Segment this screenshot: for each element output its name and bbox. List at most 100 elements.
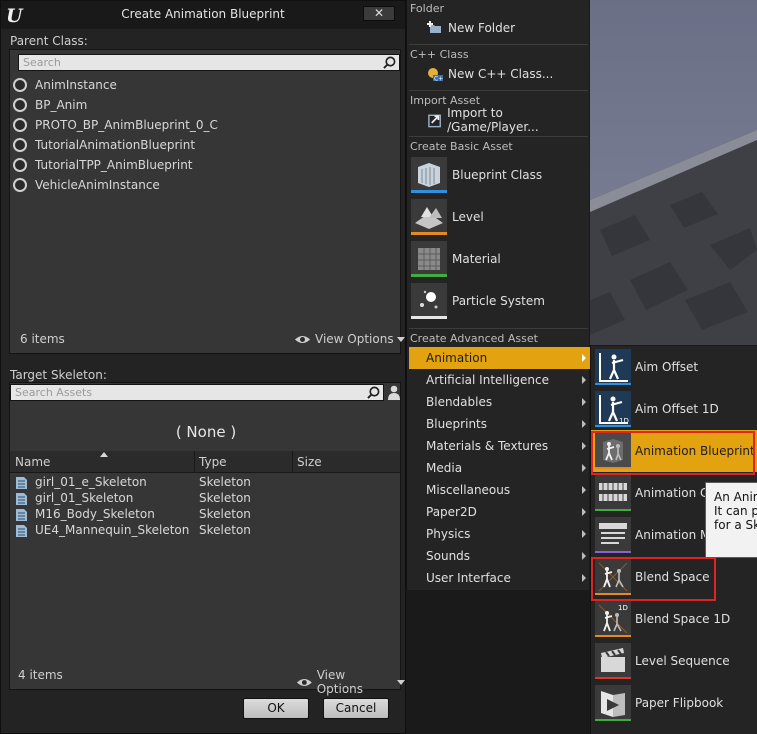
level-sequence-item[interactable]: Level Sequence (591, 640, 757, 682)
class-view-options[interactable]: View Options (294, 332, 405, 346)
category-materials-textures[interactable]: Materials & Textures (409, 435, 590, 457)
category-animation[interactable]: Animation (409, 347, 590, 369)
class-row[interactable]: PROTO_BP_AnimBlueprint_0_C (13, 115, 218, 135)
cancel-button[interactable]: Cancel (323, 698, 389, 719)
skeleton-item-count: 4 items (18, 668, 63, 682)
aim-offset-icon (595, 349, 631, 385)
level-viewport[interactable] (590, 0, 757, 345)
blend-space-label: Blend Space (635, 570, 710, 584)
category-physics[interactable]: Physics (409, 523, 590, 545)
aim-offset-1d-icon: 1D (595, 391, 631, 427)
level-item[interactable]: Level (407, 197, 590, 239)
class-row[interactable]: AnimInstance (13, 75, 218, 95)
aim-offset-1d-label: Aim Offset 1D (635, 402, 719, 416)
skeleton-type: Skeleton (199, 507, 251, 521)
category-media[interactable]: Media (409, 457, 590, 479)
new-cpp-class-item[interactable]: C++ New C++ Class... (407, 63, 590, 85)
skeleton-name: girl_01_e_Skeleton (35, 475, 147, 489)
ok-button[interactable]: OK (243, 698, 309, 719)
class-row[interactable]: TutorialAnimationBlueprint (13, 135, 218, 155)
animation-blueprint-item[interactable]: Animation Blueprint (591, 430, 757, 472)
table-row[interactable]: girl_01_Skeleton Skeleton (10, 491, 400, 507)
new-folder-label: New Folder (448, 21, 516, 35)
sort-ascending-icon[interactable] (100, 452, 108, 457)
category-blendables[interactable]: Blendables (409, 391, 590, 413)
skeleton-asset-icon (16, 525, 27, 537)
aim-offset-1d-item[interactable]: 1D Aim Offset 1D (591, 388, 757, 430)
radio-button[interactable] (13, 158, 27, 172)
blueprint-class-label: Blueprint Class (452, 168, 543, 182)
table-row[interactable]: UE4_Mannequin_Skeleton Skeleton (10, 523, 400, 539)
blueprint-class-icon (411, 157, 447, 193)
skeleton-search[interactable] (10, 384, 384, 401)
radio-button[interactable] (13, 178, 27, 192)
new-folder-item[interactable]: New Folder (407, 17, 590, 39)
category-label: Paper2D (426, 505, 477, 519)
particle-system-item[interactable]: Particle System (407, 281, 590, 323)
view-options-label: View Options (316, 668, 364, 696)
parent-class-search-input[interactable] (19, 55, 399, 70)
category-miscellaneous[interactable]: Miscellaneous (409, 479, 590, 501)
chevron-right-icon (582, 398, 586, 406)
category-label: Artificial Intelligence (426, 373, 549, 387)
dialog-titlebar[interactable]: U Create Animation Blueprint ✕ (1, 1, 405, 29)
dialog-title: Create Animation Blueprint (121, 7, 285, 21)
category-sounds[interactable]: Sounds (409, 545, 590, 567)
skeleton-list: girl_01_e_Skeleton Skeleton girl_01_Skel… (10, 475, 400, 539)
category-label: User Interface (426, 571, 511, 585)
column-divider[interactable] (194, 451, 195, 473)
level-icon (411, 199, 447, 235)
parent-class-label: Parent Class: (10, 34, 88, 48)
class-row[interactable]: BP_Anim (13, 95, 218, 115)
category-paper2d[interactable]: Paper2D (409, 501, 590, 523)
target-skeleton-label: Target Skeleton: (10, 368, 107, 382)
radio-button[interactable] (13, 138, 27, 152)
search-icon[interactable] (367, 386, 380, 399)
category-user-interface[interactable]: User Interface (409, 567, 590, 589)
animation-blueprint-label: Animation Blueprint (635, 444, 755, 458)
blend-space-1d-item[interactable]: 1D Blend Space 1D (591, 598, 757, 640)
table-row[interactable]: M16_Body_Skeleton Skeleton (10, 507, 400, 523)
folder-section-header: Folder (410, 2, 444, 15)
table-row[interactable]: girl_01_e_Skeleton Skeleton (10, 475, 400, 491)
paper-flipbook-item[interactable]: Paper Flipbook (591, 682, 757, 724)
column-type[interactable]: Type (199, 455, 227, 469)
blend-space-item[interactable]: Blend Space (591, 556, 757, 598)
skeleton-view-options[interactable]: View Options (296, 668, 405, 696)
skeleton-type: Skeleton (199, 491, 251, 505)
class-row[interactable]: VehicleAnimInstance (13, 175, 218, 195)
close-button[interactable]: ✕ (363, 6, 395, 21)
column-name[interactable]: Name (15, 455, 50, 469)
column-divider[interactable] (292, 451, 293, 473)
skeleton-type: Skeleton (199, 523, 251, 537)
level-sequence-label: Level Sequence (635, 654, 730, 668)
svg-text:1D: 1D (619, 417, 629, 425)
import-asset-item[interactable]: Import to /Game/Player... (407, 106, 590, 134)
level-label: Level (452, 210, 484, 224)
person-icon[interactable] (387, 385, 401, 400)
skeleton-table-header: Name Type Size (10, 451, 400, 473)
skeleton-asset-icon (16, 509, 27, 521)
category-blueprints[interactable]: Blueprints (409, 413, 590, 435)
blueprint-class-item[interactable]: Blueprint Class (407, 155, 590, 197)
radio-button[interactable] (13, 78, 27, 92)
skeleton-name: UE4_Mannequin_Skeleton (35, 523, 190, 537)
parent-class-search[interactable] (18, 54, 400, 71)
category-artificial-intelligence[interactable]: Artificial Intelligence (409, 369, 590, 391)
search-icon[interactable] (383, 56, 396, 69)
selected-skeleton-none: ( None ) (175, 423, 237, 441)
class-row[interactable]: TutorialTPP_AnimBlueprint (13, 155, 218, 175)
radio-button[interactable] (13, 98, 27, 112)
class-item-count: 6 items (20, 332, 65, 346)
target-skeleton-panel: ( None ) Name Type Size girl_01_e_Skelet… (9, 382, 401, 690)
cpp-class-icon: C++ (428, 68, 443, 82)
paper-flipbook-icon (595, 685, 631, 721)
paper-flipbook-label: Paper Flipbook (635, 696, 724, 710)
aim-offset-item[interactable]: Aim Offset (591, 346, 757, 388)
category-label: Animation (426, 351, 488, 365)
skeleton-search-input[interactable] (11, 385, 383, 400)
radio-button[interactable] (13, 118, 27, 132)
column-size[interactable]: Size (297, 455, 322, 469)
skeleton-type: Skeleton (199, 475, 251, 489)
material-item[interactable]: Material (407, 239, 590, 281)
